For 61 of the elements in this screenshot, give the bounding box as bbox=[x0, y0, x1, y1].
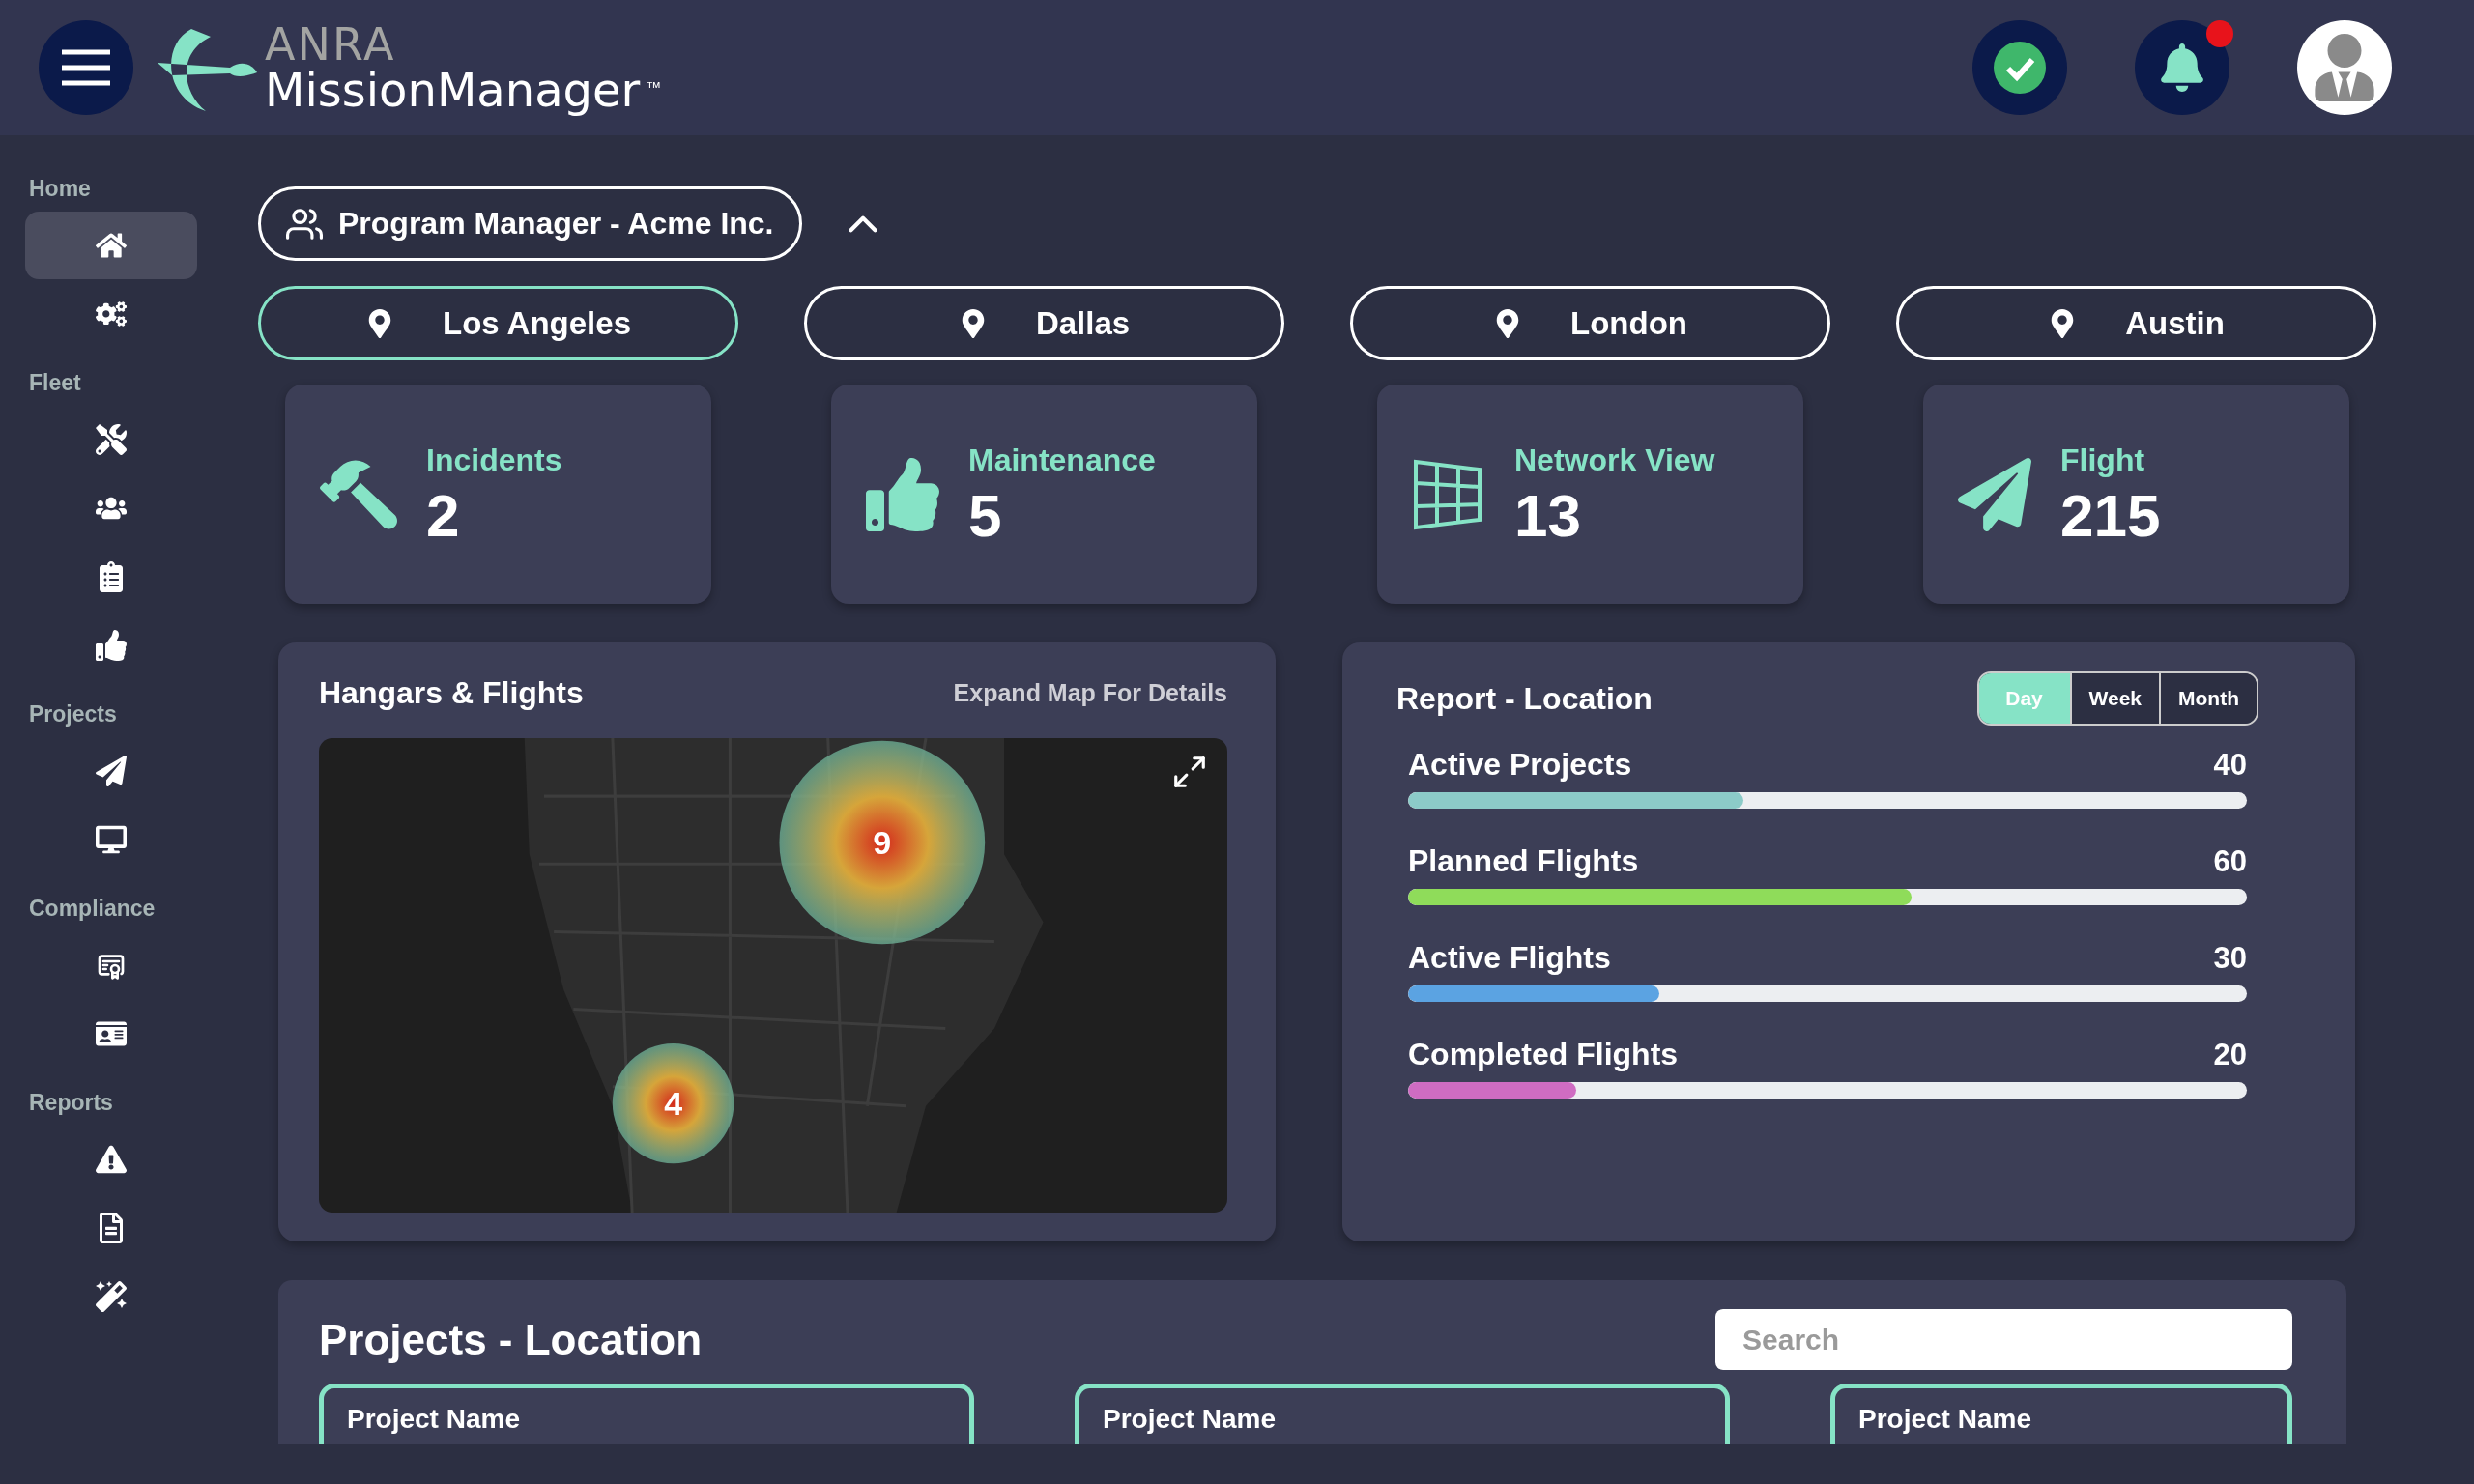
stat-card[interactable]: Incidents 2 bbox=[285, 385, 711, 604]
role-selector[interactable]: Program Manager - Acme Inc. bbox=[258, 186, 802, 261]
metric-value: 40 bbox=[2213, 748, 2247, 783]
expand-icon bbox=[1171, 754, 1208, 790]
stat-card[interactable]: Flight 215 bbox=[1923, 385, 2349, 604]
location-tab[interactable]: Austin bbox=[1896, 286, 2376, 360]
stat-label: Incidents bbox=[426, 442, 562, 478]
metric-value: 30 bbox=[2213, 941, 2247, 976]
panel-title: Hangars & Flights bbox=[319, 675, 584, 711]
stat-card[interactable]: Maintenance 5 bbox=[831, 385, 1257, 604]
project-title: Project Name bbox=[347, 1404, 520, 1434]
sidebar-button[interactable] bbox=[25, 212, 197, 279]
paper-plane-icon bbox=[96, 756, 127, 786]
stat-label: Flight bbox=[2060, 442, 2146, 478]
cluster-count[interactable]: 9 bbox=[873, 823, 892, 862]
project-card[interactable]: Project Name bbox=[1075, 1384, 1730, 1444]
sidebar-section-label: Projects bbox=[29, 701, 118, 728]
panel-title: Projects - Location bbox=[319, 1315, 703, 1364]
project-card[interactable]: Project Name bbox=[319, 1384, 974, 1444]
metric-value: 20 bbox=[2213, 1038, 2247, 1072]
sidebar-section-label: Fleet bbox=[29, 370, 82, 396]
magic-wand-icon bbox=[96, 1281, 127, 1312]
location-tab[interactable]: Dallas bbox=[804, 286, 1284, 360]
stat-value: 5 bbox=[968, 486, 1003, 546]
cluster-count[interactable]: 4 bbox=[664, 1084, 683, 1123]
paper-plane-icon bbox=[1958, 457, 2031, 531]
stat-value: 2 bbox=[426, 486, 461, 546]
search-field[interactable]: Search bbox=[1715, 1309, 2292, 1370]
menu-icon bbox=[62, 49, 110, 86]
metric-name: Active Projects bbox=[1408, 747, 1632, 783]
stat-card[interactable]: Network View 13 bbox=[1377, 385, 1803, 604]
sidebar-section-label: Reports bbox=[29, 1090, 114, 1116]
metric-name: Completed Flights bbox=[1408, 1037, 1679, 1072]
thumbs-up-icon bbox=[866, 457, 939, 531]
project-card[interactable]: Project Name bbox=[1830, 1384, 2292, 1444]
period-tab[interactable]: Week bbox=[2069, 673, 2159, 724]
metric-value: 60 bbox=[2213, 844, 2247, 879]
project-title: Project Name bbox=[1103, 1404, 1276, 1434]
warning-icon bbox=[96, 1144, 127, 1175]
location-tab[interactable]: Los Angeles bbox=[258, 286, 738, 360]
stat-value: 215 bbox=[2060, 486, 2161, 546]
project-title: Project Name bbox=[1858, 1404, 2031, 1434]
expand-map-link[interactable]: Expand Map For Details bbox=[953, 679, 1227, 707]
panel-title: Report - Location bbox=[1396, 680, 1653, 717]
thumbs-up-icon bbox=[96, 630, 127, 661]
sidebar-section-label: Home bbox=[29, 176, 92, 202]
period-tab[interactable]: Month bbox=[2159, 673, 2257, 724]
tools-icon bbox=[96, 424, 127, 455]
location-tab[interactable]: London bbox=[1350, 286, 1830, 360]
metric-name: Planned Flights bbox=[1408, 843, 1639, 879]
sidebar-section-label: Compliance bbox=[29, 896, 157, 922]
bell-icon bbox=[2158, 43, 2206, 92]
logo-text: ANRA bbox=[265, 22, 397, 67]
trademark: ™ bbox=[646, 79, 662, 97]
gears-icon bbox=[96, 299, 127, 329]
stat-label: Network View bbox=[1514, 442, 1715, 478]
monitor-icon bbox=[96, 824, 127, 855]
metric-name: Active Flights bbox=[1408, 940, 1611, 976]
stat-value: 13 bbox=[1514, 486, 1582, 546]
stat-label: Maintenance bbox=[968, 442, 1156, 478]
expand-button[interactable] bbox=[1171, 754, 1208, 790]
